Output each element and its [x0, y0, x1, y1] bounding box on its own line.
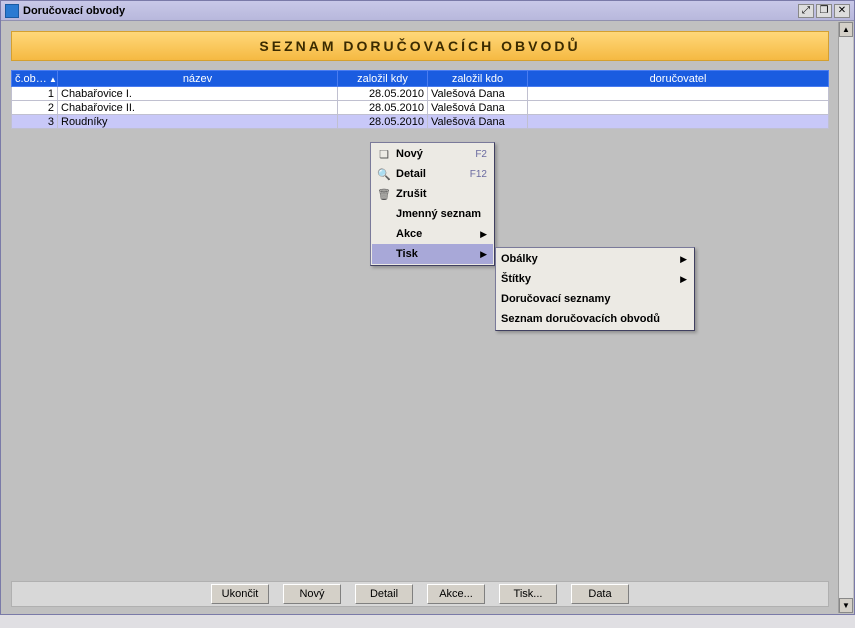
table-row[interactable]: 1 Chabařovice I. 28.05.2010 Valešová Dan… — [12, 87, 829, 101]
data-button[interactable]: Data — [571, 584, 629, 604]
ctx-label: Seznam doručovacích obvodů — [501, 313, 687, 325]
col-header-deliverer[interactable]: doručovatel — [528, 71, 829, 87]
col-header-name[interactable]: název — [58, 71, 338, 87]
cell-num: 2 — [12, 101, 58, 115]
chevron-right-icon: ▶ — [680, 274, 687, 285]
table-row[interactable]: 2 Chabařovice II. 28.05.2010 Valešová Da… — [12, 101, 829, 115]
scroll-down-icon[interactable]: ▼ — [839, 598, 853, 613]
cell-deliv — [528, 101, 829, 115]
cell-date: 28.05.2010 — [338, 87, 428, 101]
scroll-up-icon[interactable]: ▲ — [839, 22, 853, 37]
close-button[interactable]: Ukončit — [211, 584, 269, 604]
cell-deliv — [528, 115, 829, 129]
new-icon: ❏ — [376, 146, 392, 162]
blank-icon — [376, 226, 392, 242]
sub-item-seznam-obvodu[interactable]: Seznam doručovacích obvodů — [497, 309, 693, 329]
cell-deliv — [528, 87, 829, 101]
sub-item-stitky[interactable]: Štítky ▶ — [497, 269, 693, 289]
ctx-label: Akce — [396, 228, 468, 240]
submenu-tisk: Obálky ▶ Štítky ▶ Doručovací seznamy Sez… — [495, 247, 695, 331]
sub-item-obalky[interactable]: Obálky ▶ — [497, 249, 693, 269]
cell-name: Chabařovice I. — [58, 87, 338, 101]
ctx-item-akce[interactable]: Akce ▶ — [372, 224, 493, 244]
cell-date: 28.05.2010 — [338, 115, 428, 129]
detail-icon: 🔍 — [376, 166, 392, 182]
ctx-item-name-list[interactable]: Jmenný seznam — [372, 204, 493, 224]
app-icon — [5, 4, 19, 18]
ctx-item-detail[interactable]: 🔍 Detail F12 — [372, 164, 493, 184]
cell-name: Roudníky — [58, 115, 338, 129]
context-menu: ❏ Nový F2 🔍 Detail F12 🗑 Zrušit Jmenný s… — [370, 142, 495, 266]
vertical-scrollbar[interactable]: ▲ ▼ — [838, 22, 853, 613]
cell-who: Valešová Dana — [428, 101, 528, 115]
maximize-icon[interactable]: ❐ — [816, 4, 832, 18]
cell-num: 1 — [12, 87, 58, 101]
window-title: Doručovací obvody — [23, 5, 798, 17]
grid-table: č.ob… název založil kdy založil kdo doru… — [11, 70, 829, 129]
ctx-label: Zrušit — [396, 188, 487, 200]
ctx-label: Štítky — [501, 273, 668, 285]
ctx-label: Doručovací seznamy — [501, 293, 687, 305]
ctx-label: Jmenný seznam — [396, 208, 487, 220]
new-button[interactable]: Nový — [283, 584, 341, 604]
cell-who: Valešová Dana — [428, 115, 528, 129]
ctx-item-tisk[interactable]: Tisk ▶ — [372, 244, 493, 264]
cell-date: 28.05.2010 — [338, 101, 428, 115]
content-area: SEZNAM DORUČOVACÍCH OBVODŮ č.ob… název z… — [2, 22, 838, 613]
minimize-restore-icon[interactable]: ⤢ — [798, 4, 814, 18]
button-bar: Ukončit Nový Detail Akce... Tisk... Data — [11, 581, 829, 607]
tisk-button[interactable]: Tisk... — [499, 584, 557, 604]
app-window: Doručovací obvody ⤢ ❐ ✕ SEZNAM DORUČOVAC… — [0, 0, 855, 615]
titlebar-buttons: ⤢ ❐ ✕ — [798, 4, 850, 18]
chevron-right-icon: ▶ — [480, 249, 487, 260]
ctx-shortcut: F2 — [475, 149, 487, 160]
detail-button[interactable]: Detail — [355, 584, 413, 604]
header-row: č.ob… název založil kdy založil kdo doru… — [12, 71, 829, 87]
cell-name: Chabařovice II. — [58, 101, 338, 115]
col-header-created-when[interactable]: založil kdy — [338, 71, 428, 87]
chevron-right-icon: ▶ — [680, 254, 687, 265]
table-row[interactable]: 3 Roudníky 28.05.2010 Valešová Dana — [12, 115, 829, 129]
ctx-label: Detail — [396, 168, 450, 180]
close-icon[interactable]: ✕ — [834, 4, 850, 18]
blank-icon — [376, 246, 392, 262]
blank-icon — [376, 206, 392, 222]
cell-num: 3 — [12, 115, 58, 129]
page-title-banner: SEZNAM DORUČOVACÍCH OBVODŮ — [11, 31, 829, 61]
ctx-shortcut: F12 — [470, 169, 487, 180]
ctx-label: Tisk — [396, 248, 468, 260]
col-header-created-who[interactable]: založil kdo — [428, 71, 528, 87]
ctx-item-new[interactable]: ❏ Nový F2 — [372, 144, 493, 164]
sub-item-doruc-seznamy[interactable]: Doručovací seznamy — [497, 289, 693, 309]
ctx-label: Obálky — [501, 253, 668, 265]
ctx-item-delete[interactable]: 🗑 Zrušit — [372, 184, 493, 204]
delete-icon: 🗑 — [376, 186, 392, 202]
cell-who: Valešová Dana — [428, 87, 528, 101]
table-wrap: č.ob… název založil kdy založil kdo doru… — [11, 70, 829, 129]
chevron-right-icon: ▶ — [480, 229, 487, 240]
ctx-label: Nový — [396, 148, 455, 160]
col-header-num[interactable]: č.ob… — [12, 71, 58, 87]
akce-button[interactable]: Akce... — [427, 584, 485, 604]
titlebar: Doručovací obvody ⤢ ❐ ✕ — [1, 1, 854, 21]
